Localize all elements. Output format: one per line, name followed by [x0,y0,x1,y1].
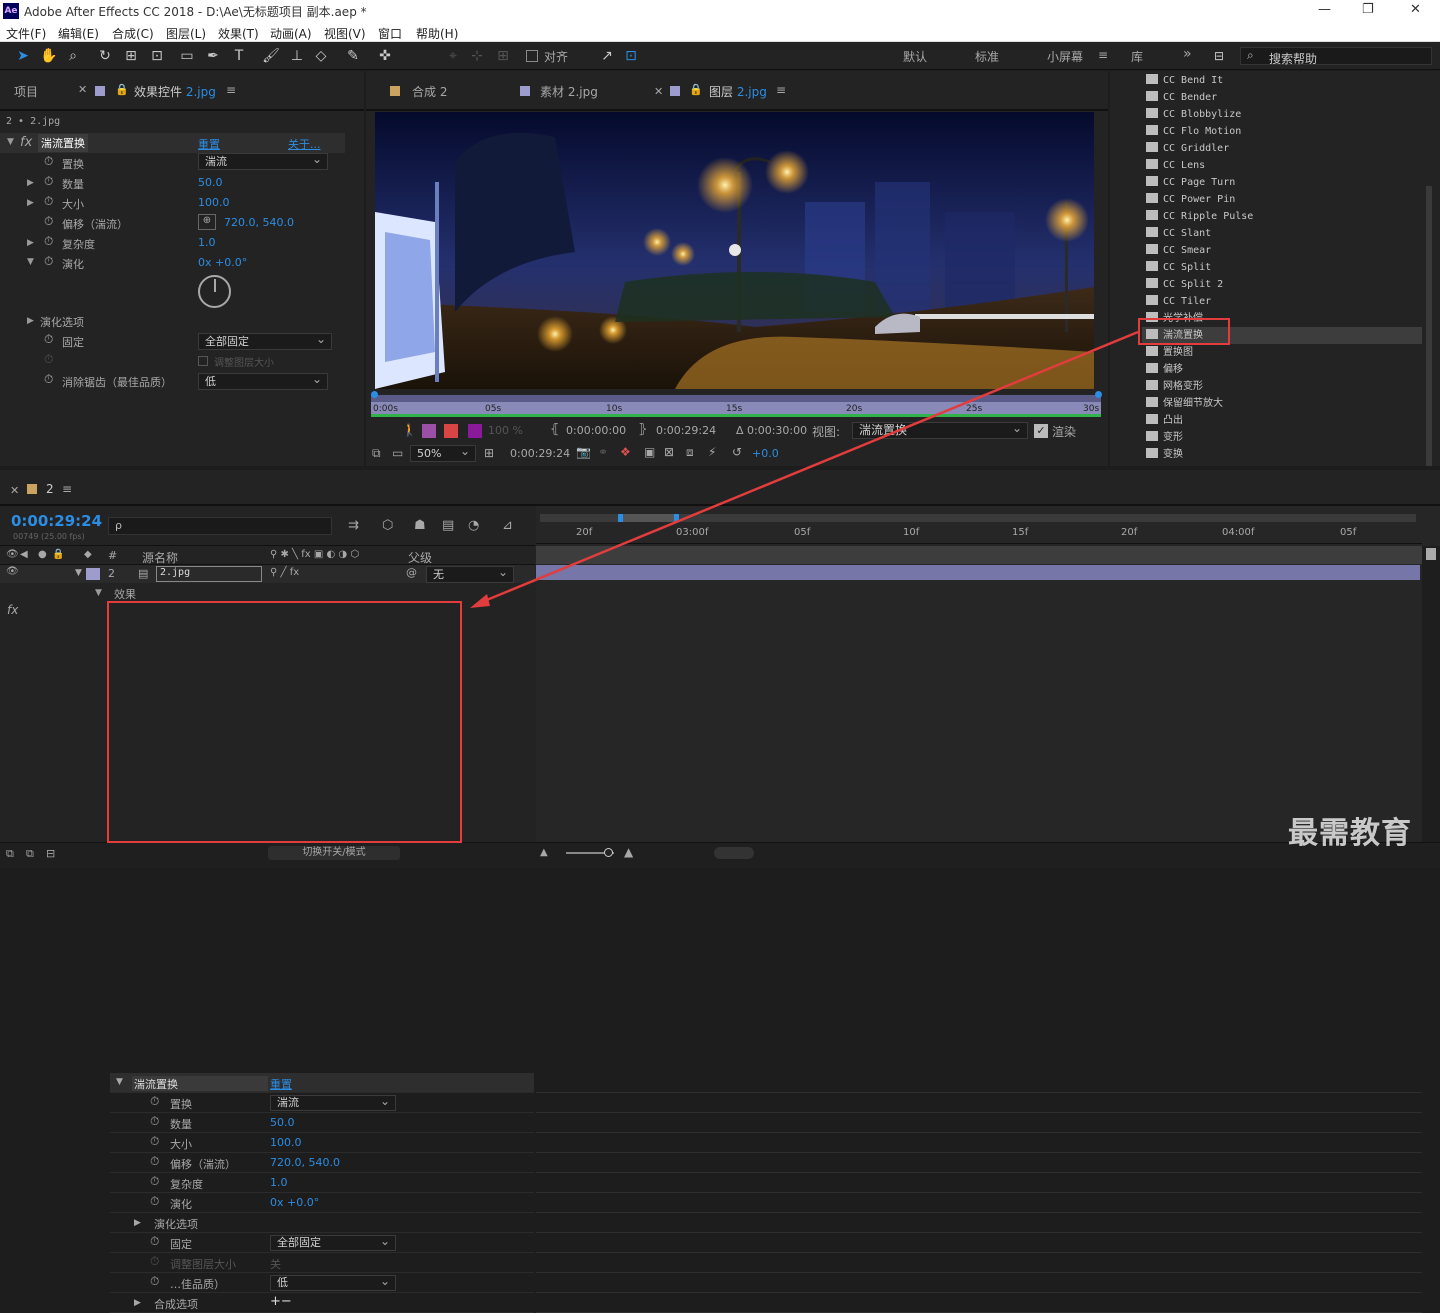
timeline-grid-row [536,1133,1422,1153]
expand-triangle-icon[interactable]: ▶ [134,1298,141,1308]
timeline-grid-row [536,1113,1422,1133]
prop-label: 数量 [170,1118,192,1131]
timeline-prop-row: ⏱ …佳品质） 低 [110,1273,534,1293]
prop-label: 复杂度 [170,1178,203,1191]
timeline-grid-row [536,1233,1422,1253]
pin-dropdown[interactable]: 全部固定 [270,1234,396,1251]
timeline-grid-row [536,1193,1422,1213]
collapse-triangle-icon[interactable]: ▼ [116,1077,123,1087]
antialias-dropdown[interactable]: 低 [270,1274,396,1291]
prop-label: 固定 [170,1238,192,1251]
prop-value[interactable]: 50.0 [270,1116,295,1129]
timeline-prop-row: ⏱ 固定 全部固定 [110,1233,534,1253]
timeline-prop-row: ⏱ 偏移（湍流） 720.0, 540.0 [110,1153,534,1173]
timeline-prop-row: ⏱ 大小 100.0 [110,1133,534,1153]
timeline-prop-row: ⏱ 调整图层大小 关 [110,1253,534,1273]
prop-label: 偏移（湍流） [170,1158,236,1171]
timeline-grid-row [536,1293,1422,1313]
reset-link[interactable]: 重置 [270,1076,292,1092]
displacement-dropdown[interactable]: 湍流 [270,1094,396,1111]
prop-value[interactable]: 0x +0.0° [270,1196,319,1209]
prop-label: 演化 [170,1198,192,1211]
expand-triangle-icon[interactable]: ▶ [134,1218,141,1228]
watermark: 最需教育 [1288,816,1412,851]
evolution-options-label[interactable]: 演化选项 [154,1216,198,1232]
prop-label: 置换 [170,1098,192,1111]
stopwatch-icon[interactable]: ⏱ [150,1174,159,1189]
resize-value[interactable]: 关 [270,1256,281,1272]
stopwatch-icon[interactable]: ⏱ [150,1094,159,1109]
pointer-arrow [470,330,1139,608]
stopwatch-icon[interactable]: ⏱ [150,1274,159,1289]
timeline-prop-row: ⏱ 置换 湍流 [110,1093,534,1113]
prop-label: 调整图层大小 [170,1258,236,1271]
stopwatch-icon[interactable]: ⏱ [150,1154,159,1169]
timeline-grid-row [536,1173,1422,1193]
timeline-prop-row: ⏱ 演化 0x +0.0° [110,1193,534,1213]
timeline-prop-row: ▶ 合成选项 +− [110,1293,534,1313]
stopwatch-icon[interactable]: ⏱ [150,1114,159,1129]
timeline-prop-row: ⏱ 复杂度 1.0 [110,1173,534,1193]
comp-options-label[interactable]: 合成选项 [154,1296,198,1312]
stopwatch-icon[interactable]: ⏱ [150,1234,159,1249]
timeline-prop-row: ▼ 湍流置换 重置 [110,1073,534,1093]
timeline-prop-row: ⏱ 数量 50.0 [110,1113,534,1133]
comp-options-add[interactable]: +− [270,1294,292,1309]
timeline-grid-row [536,1253,1422,1273]
timeline-grid-row [536,1153,1422,1173]
prop-label: …佳品质） [170,1278,225,1291]
effect-name[interactable]: 湍流置换 [132,1076,268,1091]
timeline-grid-row [536,1073,1422,1093]
prop-value[interactable]: 1.0 [270,1176,288,1189]
stopwatch-icon[interactable]: ⏱ [150,1134,159,1149]
timeline-prop-row: ▶ 演化选项 [110,1213,534,1233]
timeline-grid-row [536,1093,1422,1113]
timeline-grid-row [536,1273,1422,1293]
stopwatch-icon: ⏱ [150,1254,160,1268]
prop-value[interactable]: 720.0, 540.0 [270,1156,340,1169]
prop-label: 大小 [170,1138,192,1151]
stopwatch-icon[interactable]: ⏱ [150,1194,159,1209]
prop-value[interactable]: 100.0 [270,1136,302,1149]
timeline-grid-row [536,1213,1422,1233]
